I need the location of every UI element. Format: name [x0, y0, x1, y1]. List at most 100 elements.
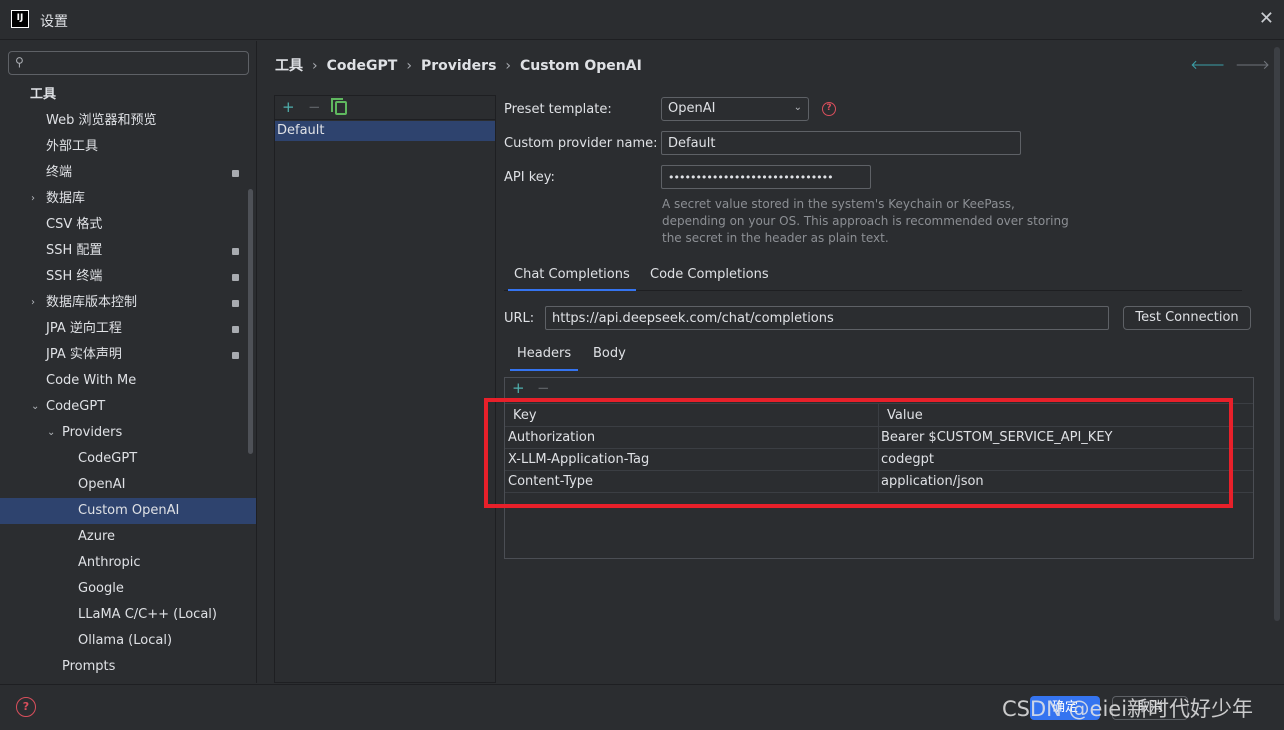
api-key-label: API key: [504, 170, 555, 185]
tab-body[interactable]: Body [593, 339, 626, 371]
add-icon[interactable]: + [282, 98, 295, 116]
sidebar-item-label: Google [78, 581, 124, 596]
url-input[interactable] [545, 306, 1109, 330]
settings-sidebar: ⚲ 工具 Web 浏览器和预览 外部工具终端 › 数据库 CSV 格式 SSH 配置 SSH … [0, 41, 257, 683]
headers-table: Key Value Authorization Bearer $CUSTOM_S… [505, 403, 1253, 493]
api-key-input[interactable] [661, 165, 871, 189]
header-key-cell[interactable]: Content-Type [508, 471, 593, 493]
sidebar-item[interactable]: › 数据库 [0, 186, 256, 212]
sidebar-item[interactable]: LLaMA C/C++ (Local) [0, 602, 256, 628]
breadcrumb-separator-icon: › [505, 58, 512, 74]
chevron-down-icon[interactable]: ⌄ [47, 420, 55, 446]
main-scrollbar[interactable] [1274, 47, 1280, 621]
headers-toolbar: + − [505, 378, 1253, 400]
tab-headers[interactable]: Headers [510, 339, 579, 371]
provider-list-item[interactable]: Default [275, 121, 495, 141]
app-logo-icon: IJ [11, 10, 29, 28]
sidebar-item[interactable]: SSH 配置 [0, 238, 256, 264]
sidebar-item[interactable]: CSV 格式 [0, 212, 256, 238]
breadcrumb-item[interactable]: Providers [421, 58, 496, 74]
sidebar-item-label: Custom OpenAI [78, 503, 180, 518]
nav-arrows: 🡐 🡒 [1190, 57, 1270, 73]
header-value-cell[interactable]: Bearer $CUSTOM_SERVICE_API_KEY [881, 427, 1112, 449]
breadcrumb-item[interactable]: CodeGPT [327, 58, 398, 74]
column-header-value[interactable]: Value [887, 404, 923, 428]
column-divider [878, 449, 879, 470]
sidebar-item-label: Anthropic [78, 555, 141, 570]
headers-panel: + − Key Value Authorization Bearer $CUST… [504, 377, 1254, 559]
project-scope-icon [232, 170, 239, 177]
tab-chat-completions[interactable]: Chat Completions [508, 261, 636, 291]
chevron-down-icon: ⌄ [793, 102, 802, 113]
sidebar-item-label: SSH 配置 [46, 243, 103, 258]
sidebar-item-label: Web 浏览器和预览 [46, 113, 157, 128]
cancel-button[interactable]: 取消 [1112, 696, 1188, 720]
sidebar-item[interactable]: 终端 [0, 160, 256, 186]
preset-template-label: Preset template: [504, 102, 612, 117]
sidebar-item-label: 外部工具 [46, 139, 99, 154]
sidebar-item[interactable]: CodeGPT [0, 446, 256, 472]
sidebar-item-label: Prompts [62, 659, 116, 674]
table-row[interactable]: Authorization Bearer $CUSTOM_SERVICE_API… [505, 427, 1253, 449]
project-scope-icon [232, 300, 239, 307]
breadcrumb-item[interactable]: 工具 [275, 58, 303, 74]
tab-code-completions[interactable]: Code Completions [650, 261, 769, 291]
remove-header-icon[interactable]: − [537, 379, 550, 397]
header-value-cell[interactable]: codegpt [881, 449, 934, 471]
sidebar-item[interactable]: Google [0, 576, 256, 602]
test-connection-button[interactable]: Test Connection [1123, 306, 1251, 330]
sidebar-scrollbar[interactable] [248, 189, 253, 454]
close-icon[interactable]: ✕ [1259, 8, 1274, 29]
help-icon[interactable]: ? [822, 102, 836, 116]
column-header-key[interactable]: Key [513, 404, 537, 428]
sidebar-item[interactable]: Ollama (Local) [0, 628, 256, 654]
sidebar-item[interactable]: 外部工具 [0, 134, 256, 160]
table-row[interactable]: X-LLM-Application-Tag codegpt [505, 449, 1253, 471]
sidebar-item[interactable]: ⌄ Providers [0, 420, 256, 446]
breadcrumb-separator-icon: › [312, 58, 318, 74]
completion-tabs: Chat Completions Code Completions [504, 261, 1242, 291]
sidebar-item[interactable]: 工具 [0, 82, 256, 108]
sidebar-item[interactable]: Web 浏览器和预览 [0, 108, 256, 134]
add-header-icon[interactable]: + [512, 379, 525, 397]
chevron-right-icon[interactable]: › [31, 290, 35, 316]
sidebar-item-label: SSH 终端 [46, 269, 103, 284]
sidebar-item[interactable]: JPA 逆向工程 [0, 316, 256, 342]
copy-icon[interactable] [331, 98, 347, 115]
sidebar-item[interactable]: › 数据库版本控制 [0, 290, 256, 316]
project-scope-icon [232, 274, 239, 281]
provider-name-input[interactable] [661, 131, 1021, 155]
search-icon: ⚲ [15, 55, 24, 69]
column-divider [878, 427, 879, 448]
preset-template-select[interactable]: OpenAI ⌄ [661, 97, 809, 121]
search-box[interactable]: ⚲ [8, 51, 249, 75]
sidebar-item[interactable]: Prompts [0, 654, 256, 680]
sidebar-item[interactable]: Custom OpenAI [0, 498, 256, 524]
chevron-down-icon[interactable]: ⌄ [31, 394, 39, 420]
sidebar-item[interactable]: ⌄ CodeGPT [0, 394, 256, 420]
remove-icon[interactable]: − [308, 98, 321, 116]
sidebar-item[interactable]: Azure [0, 524, 256, 550]
sidebar-item[interactable]: JPA 实体声明 [0, 342, 256, 368]
help-icon[interactable]: ? [16, 697, 36, 717]
header-key-cell[interactable]: X-LLM-Application-Tag [508, 449, 649, 471]
search-input[interactable] [35, 54, 245, 72]
chevron-right-icon[interactable]: › [31, 186, 35, 212]
dialog-footer: ? 确定 取消 CSDN @eiei新时代好少年 [0, 684, 1284, 730]
sidebar-item-label: Ollama (Local) [78, 633, 173, 648]
sidebar-item[interactable]: OpenAI [0, 472, 256, 498]
sidebar-item[interactable]: Anthropic [0, 550, 256, 576]
breadcrumb-separator-icon: › [406, 58, 412, 74]
header-value-cell[interactable]: application/json [881, 471, 984, 493]
sidebar-item[interactable]: SSH 终端 [0, 264, 256, 290]
back-arrow-icon[interactable]: 🡐 [1190, 58, 1225, 73]
sidebar-item[interactable]: Code With Me [0, 368, 256, 394]
provider-list-toolbar: + − [275, 96, 495, 120]
header-key-cell[interactable]: Authorization [508, 427, 595, 449]
sidebar-item-label: CSV 格式 [46, 217, 103, 232]
table-row[interactable]: Content-Type application/json [505, 471, 1253, 493]
forward-arrow-icon[interactable]: 🡒 [1235, 58, 1270, 73]
sidebar-item-label: Providers [62, 425, 123, 440]
sidebar-item-label: JPA 逆向工程 [46, 321, 122, 336]
ok-button[interactable]: 确定 [1030, 696, 1100, 720]
